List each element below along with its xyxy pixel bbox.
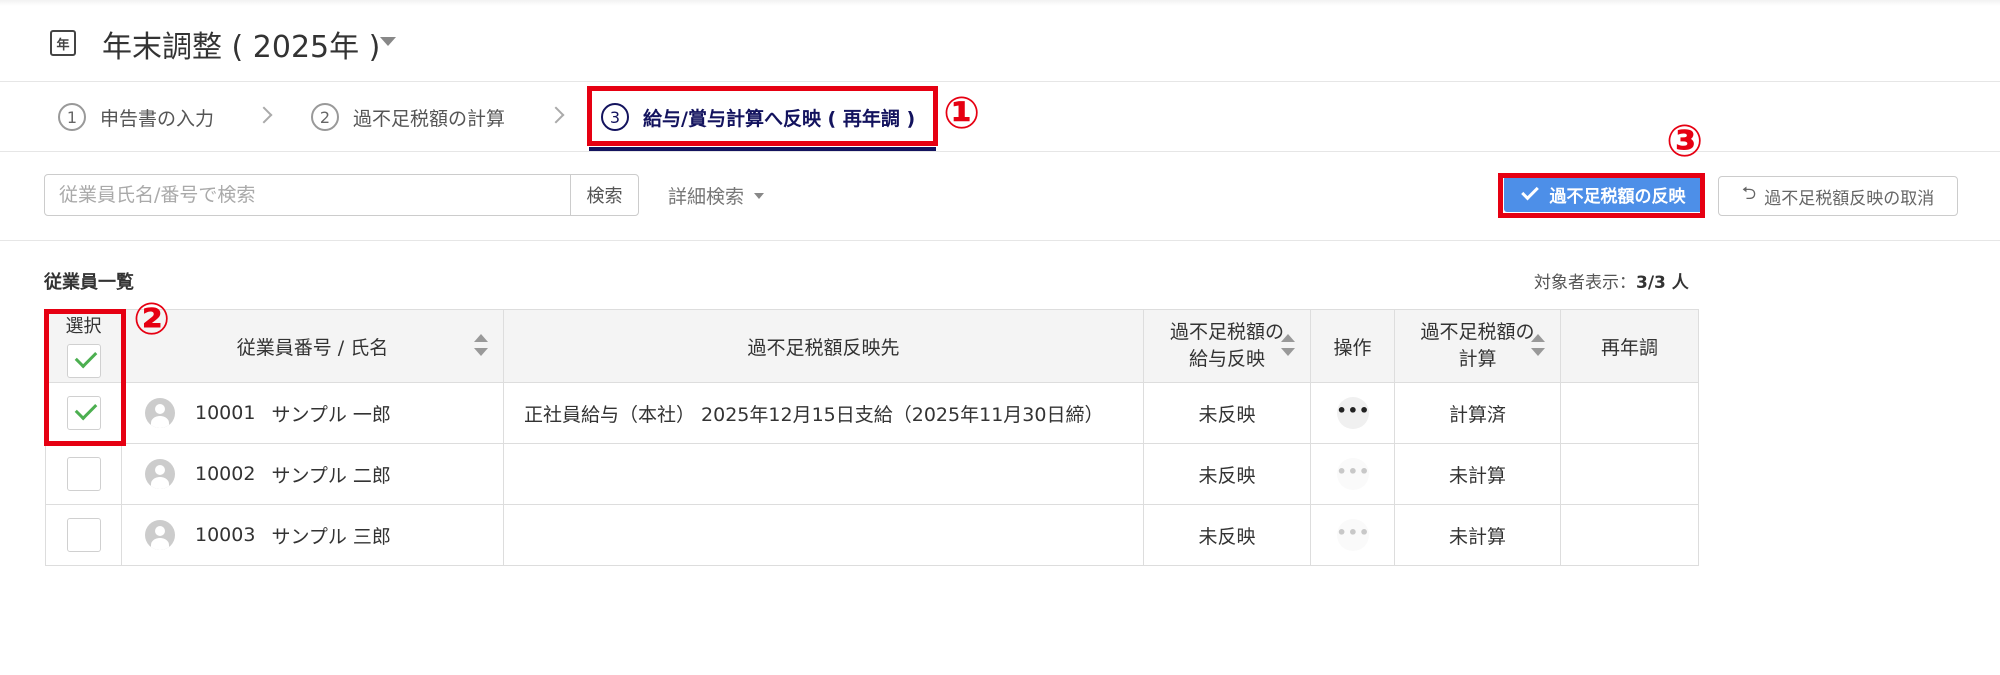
reflect-status: 未反映 — [1143, 443, 1311, 505]
advanced-search-label: 詳細検索 — [668, 186, 745, 208]
target-count-label: 対象者表示： — [1534, 273, 1636, 293]
readjust-cell — [1560, 504, 1699, 566]
step-label: 過不足税額の計算 — [353, 107, 506, 130]
avatar-icon — [145, 398, 175, 428]
caret-down-icon — [754, 192, 765, 199]
operation-header-label: 操作 — [1333, 336, 1372, 359]
employee-name: サンプル 一郎 — [271, 403, 391, 426]
employee-cell: 10003 サンプル 三郎 — [121, 504, 504, 566]
target-count: 対象者表示：3/3 人 — [1534, 268, 1689, 293]
table-row: 10001 サンプル 一郎 正社員給与（本社） 2025年12月15日支給（20… — [45, 382, 1699, 444]
calc-status: 計算済 — [1394, 382, 1561, 444]
sort-icon[interactable] — [473, 334, 489, 362]
calc-header-line2: 計算 — [1458, 348, 1497, 370]
table-row: 10002 サンプル 二郎 未反映 ••• 未計算 — [45, 443, 1699, 505]
employee-cell: 10002 サンプル 二郎 — [121, 443, 504, 505]
employee-column-header[interactable]: 従業員番号 / 氏名 — [121, 309, 504, 383]
avatar-icon — [145, 520, 175, 550]
employee-search-input[interactable] — [44, 174, 571, 216]
employee-list-title: 従業員一覧 — [44, 272, 134, 293]
destination-cell — [503, 504, 1144, 566]
destination-cell: 正社員給与（本社） 2025年12月15日支給（2025年11月30日締） — [503, 382, 1144, 444]
employee-name: サンプル 二郎 — [271, 464, 391, 487]
readjust-header-label: 再年調 — [1600, 336, 1658, 359]
employee-number: 10003 — [195, 524, 256, 546]
readjust-column-header: 再年調 — [1560, 309, 1699, 383]
step-number-1: 1 — [58, 103, 86, 131]
readjust-cell — [1560, 443, 1699, 505]
reflect-status: 未反映 — [1143, 504, 1311, 566]
row-checkbox[interactable] — [66, 518, 101, 552]
more-options-icon[interactable]: ••• — [1336, 458, 1369, 490]
cancel-reflect-label: 過不足税額反映の取消 — [1764, 188, 1935, 209]
active-step-underline — [589, 147, 936, 151]
annotation-marker-1: ① — [943, 88, 981, 139]
chevron-right-icon — [255, 106, 273, 124]
destination-header-label: 過不足税額反映先 — [747, 336, 900, 359]
step-tax-calculation[interactable]: 2 過不足税額の計算 — [311, 101, 505, 133]
chevron-right-icon — [547, 106, 565, 124]
annotation-marker-3: ③ — [1666, 116, 1704, 167]
annotation-box-1 — [587, 86, 938, 146]
reflect-status: 未反映 — [1143, 382, 1311, 444]
calc-status: 未計算 — [1394, 443, 1561, 505]
table-header-row: 選択 従業員番号 / 氏名 過不足税額反映先 過不足税額の 給与反映 操作 過不… — [45, 309, 1699, 383]
calc-status: 未計算 — [1394, 504, 1561, 566]
annotation-box-3 — [1498, 173, 1705, 218]
employee-header-label: 従業員番号 / 氏名 — [236, 336, 389, 359]
employee-number: 10002 — [195, 463, 256, 485]
page-title: 年末調整 ( 2025年 ) — [102, 30, 381, 65]
step-label: 申告書の入力 — [100, 107, 215, 130]
undo-icon: ⮌ — [1741, 183, 1757, 204]
advanced-search-toggle[interactable]: 詳細検索 — [668, 182, 765, 209]
reflect-header-line1: 過不足税額の — [1169, 321, 1284, 343]
employee-name: サンプル 三郎 — [271, 525, 391, 548]
step-input-declaration[interactable]: 1 申告書の入力 — [58, 101, 214, 133]
table-row: 10003 サンプル 三郎 未反映 ••• 未計算 — [45, 504, 1699, 566]
sort-icon[interactable] — [1530, 334, 1546, 362]
step-number-2: 2 — [311, 103, 339, 131]
annotation-marker-2: ② — [133, 294, 171, 345]
calc-status-column-header[interactable]: 過不足税額の 計算 — [1394, 309, 1561, 383]
employee-table: 選択 従業員番号 / 氏名 過不足税額反映先 過不足税額の 給与反映 操作 過不… — [45, 309, 1699, 566]
reflect-status-column-header[interactable]: 過不足税額の 給与反映 — [1143, 309, 1311, 383]
readjust-cell — [1560, 382, 1699, 444]
page-header: 年 年末調整 ( 2025年 ) — [0, 0, 2000, 82]
document-icon: 年 — [50, 30, 76, 56]
reflect-header-line2: 給与反映 — [1188, 348, 1265, 370]
sort-icon[interactable] — [1280, 334, 1296, 362]
row-checkbox[interactable] — [66, 457, 101, 491]
operation-cell: ••• — [1310, 443, 1395, 505]
operation-cell: ••• — [1310, 504, 1395, 566]
calc-header-line1: 過不足税額の — [1420, 321, 1535, 343]
target-count-value: 3/3 人 — [1636, 273, 1689, 293]
cancel-reflect-button[interactable]: ⮌ 過不足税額反映の取消 — [1718, 176, 1958, 216]
more-options-icon[interactable]: ••• — [1336, 519, 1369, 551]
avatar-icon — [145, 459, 175, 489]
select-cell — [45, 443, 122, 505]
search-button[interactable]: 検索 — [570, 174, 639, 216]
employee-cell: 10001 サンプル 一郎 — [121, 382, 504, 444]
operation-cell: ••• — [1310, 382, 1395, 444]
employee-number: 10001 — [195, 402, 256, 424]
year-dropdown-caret-icon[interactable] — [380, 37, 396, 46]
select-cell — [45, 504, 122, 566]
more-options-icon[interactable]: ••• — [1336, 397, 1369, 429]
operation-column-header: 操作 — [1310, 309, 1395, 383]
destination-cell — [503, 443, 1144, 505]
annotation-box-2 — [44, 309, 126, 446]
destination-column-header: 過不足税額反映先 — [503, 309, 1144, 383]
